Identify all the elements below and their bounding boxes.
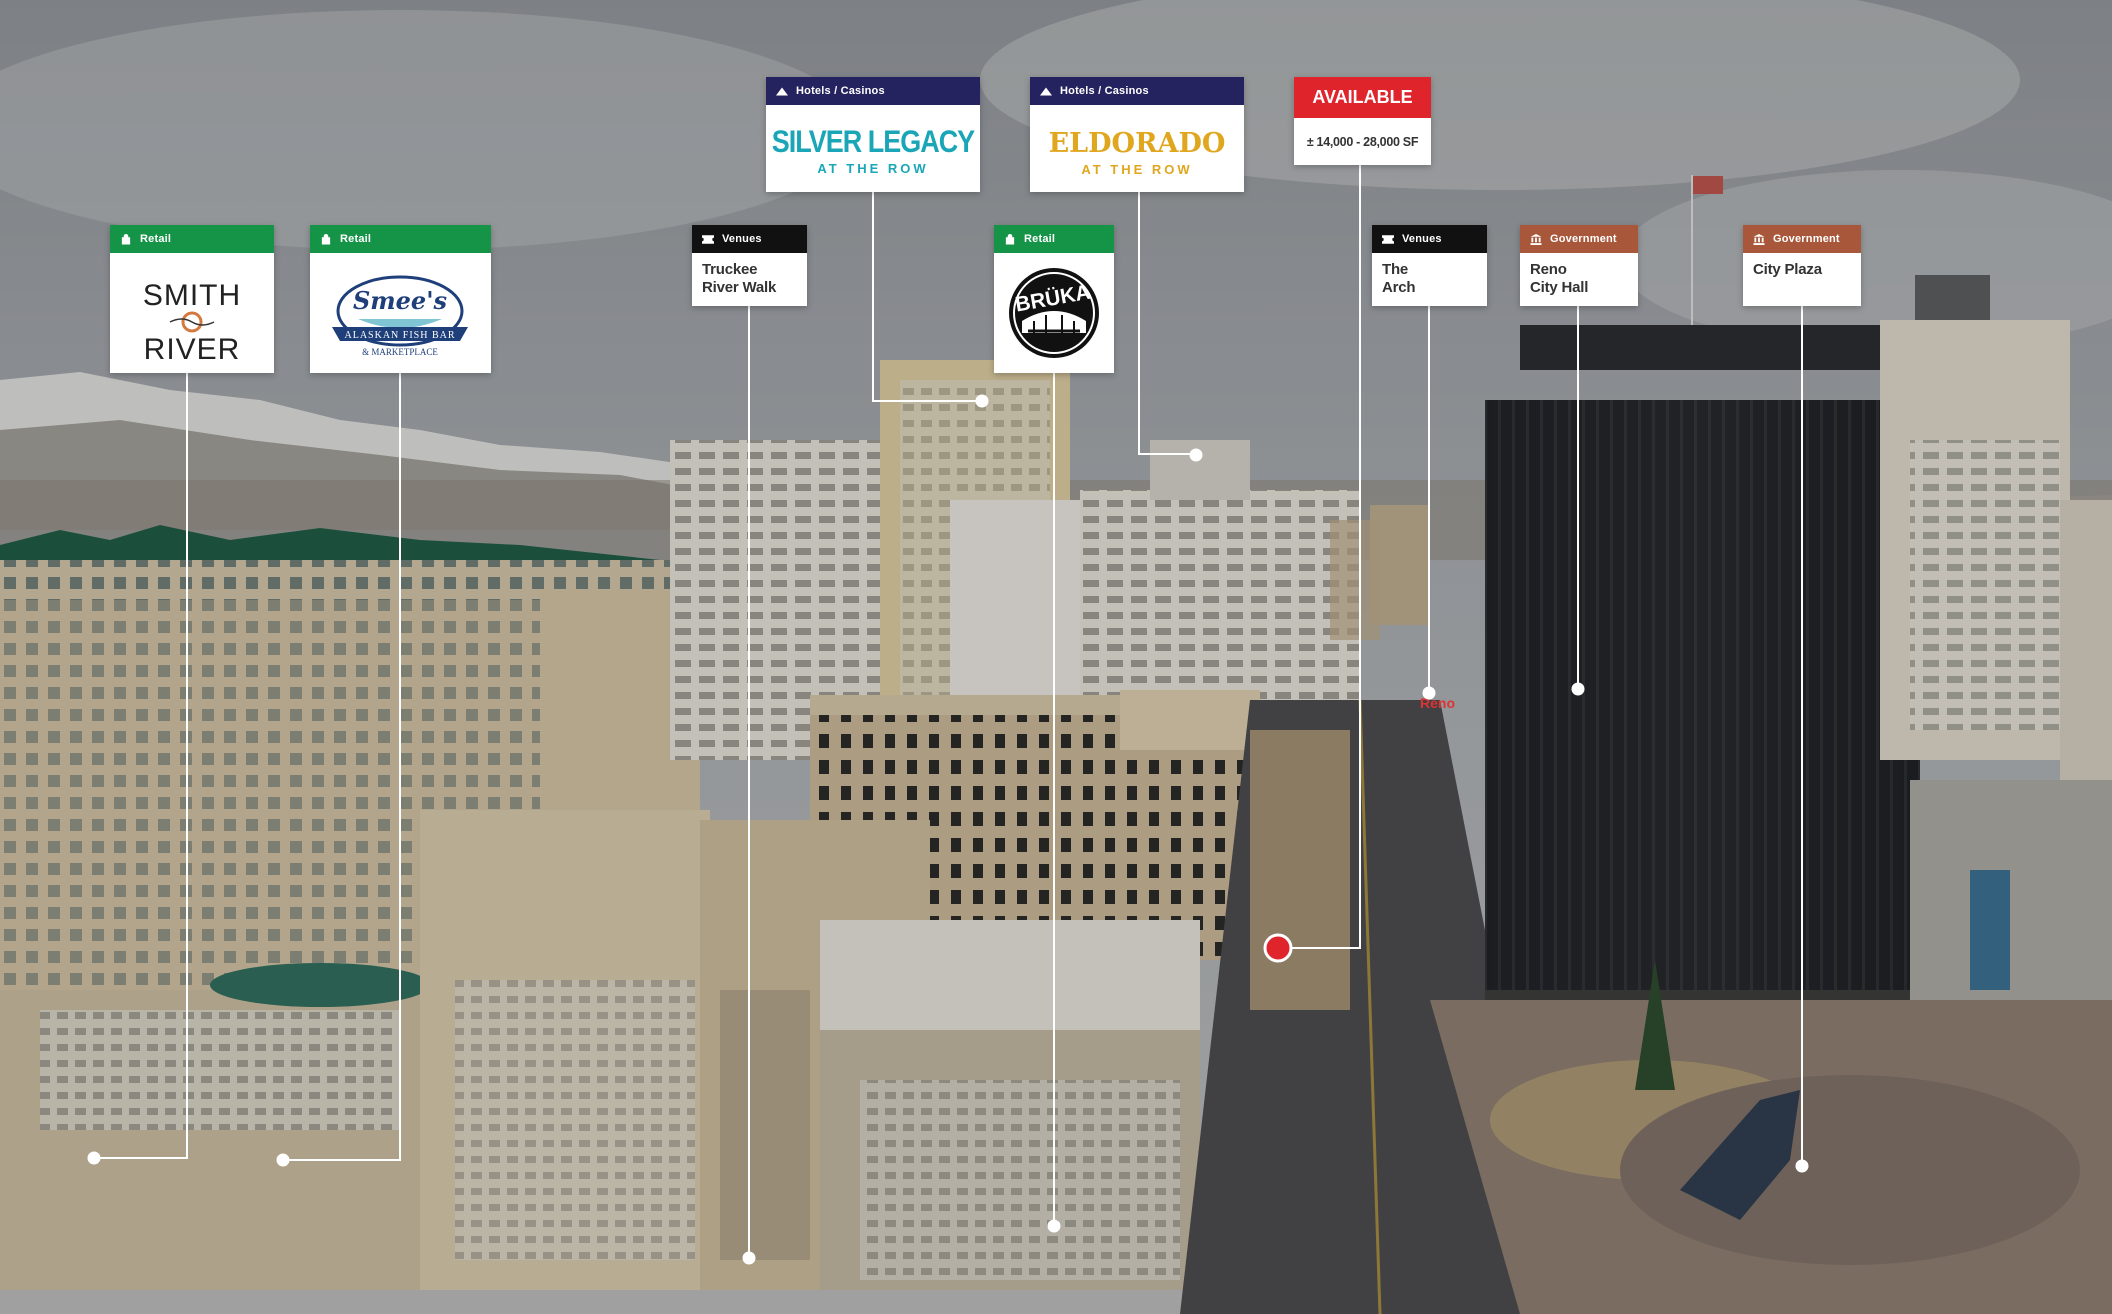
category-label: Retail	[340, 233, 372, 245]
category-label: Hotels / Casinos	[1060, 85, 1149, 97]
category-label: Retail	[1024, 233, 1056, 245]
category-header-venues: Venues	[1372, 225, 1487, 253]
logo-main: SILVER LEGACY	[772, 125, 975, 159]
logo-main: ELDORADO	[1049, 128, 1226, 159]
smees-logo: Smee's ALASKAN FISH BAR & MARKETPLACE	[310, 253, 491, 373]
category-header-venues: Venues	[692, 225, 807, 253]
category-header-hotels-casinos: Hotels / Casinos	[1030, 77, 1244, 105]
category-label: Venues	[722, 233, 762, 245]
name-line-1: City Plaza	[1753, 261, 1822, 278]
category-header-government: Government	[1520, 225, 1638, 253]
name-line-2: River Walk	[702, 279, 777, 296]
category-label: Hotels / Casinos	[796, 85, 885, 97]
category-header-retail: Retail	[994, 225, 1114, 253]
name-line-2: Arch	[1382, 279, 1416, 296]
smith-river-logo: SMITH RIVER	[110, 253, 274, 373]
category-header-hotels-casinos: Hotels / Casinos	[766, 77, 980, 105]
silver-legacy-logo: SILVER LEGACY AT THE ROW	[766, 105, 980, 192]
category-label: Government	[1550, 233, 1617, 245]
ticket-icon	[702, 234, 714, 244]
callout-truckee-river-walk[interactable]: Venues Truckee River Walk	[692, 225, 807, 306]
name-line-2: City Hall	[1530, 279, 1589, 296]
aerial-map-stage: Reno Retail SMITH RIVER Retail Smee's AL…	[0, 0, 2112, 1314]
shopping-bag-icon	[121, 233, 131, 245]
name-line-1: Truckee	[702, 261, 758, 278]
callout-bruka[interactable]: Retail BRÜKA	[994, 225, 1114, 373]
government-name: Reno City Hall	[1520, 253, 1638, 305]
category-label: Retail	[140, 233, 172, 245]
logo-sub: AT THE ROW	[1081, 162, 1192, 177]
callout-the-arch[interactable]: Venues The Arch	[1372, 225, 1487, 306]
callout-city-plaza[interactable]: Government City Plaza	[1743, 225, 1861, 306]
category-header-retail: Retail	[110, 225, 274, 253]
logo-banner: ALASKAN FISH BAR	[344, 330, 455, 341]
hotel-icon	[776, 87, 788, 95]
government-name: City Plaza	[1743, 253, 1861, 287]
available-label: AVAILABLE	[1294, 77, 1431, 118]
callout-smees[interactable]: Retail Smee's ALASKAN FISH BAR & MARKETP…	[310, 225, 491, 373]
category-label: Venues	[1402, 233, 1442, 245]
logo-sub: & MARKETPLACE	[362, 347, 438, 357]
ticket-icon	[1382, 234, 1394, 244]
venue-name: Truckee River Walk	[692, 253, 807, 305]
government-building-icon	[1753, 233, 1765, 245]
callout-reno-city-hall[interactable]: Government Reno City Hall	[1520, 225, 1638, 306]
logo-sub: AT THE ROW	[817, 161, 928, 176]
hotel-icon	[1040, 87, 1052, 95]
category-header-retail: Retail	[310, 225, 491, 253]
available-space-card[interactable]: AVAILABLE ± 14,000 - 28,000 SF	[1294, 77, 1431, 165]
aerial-photo-background: Reno	[0, 0, 2112, 1314]
shopping-bag-icon	[1005, 233, 1015, 245]
arch-sign-text: Reno	[1420, 695, 1455, 711]
eldorado-logo: ELDORADO AT THE ROW	[1030, 105, 1244, 192]
logo-line-1: SMITH	[143, 279, 241, 312]
category-label: Government	[1773, 233, 1840, 245]
callout-silver-legacy[interactable]: Hotels / Casinos SILVER LEGACY AT THE RO…	[766, 77, 980, 192]
available-size: ± 14,000 - 28,000 SF	[1306, 134, 1419, 149]
name-line-1: Reno	[1530, 261, 1567, 278]
logo-line-2: RIVER	[144, 333, 241, 366]
category-header-government: Government	[1743, 225, 1861, 253]
name-line-1: The	[1382, 261, 1409, 278]
logo-name: Smee's	[353, 286, 448, 315]
venue-name: The Arch	[1372, 253, 1487, 305]
government-building-icon	[1530, 233, 1542, 245]
callout-eldorado[interactable]: Hotels / Casinos ELDORADO AT THE ROW	[1030, 77, 1244, 192]
bruka-logo: BRÜKA	[994, 253, 1114, 373]
callout-smith-river[interactable]: Retail SMITH RIVER	[110, 225, 274, 373]
shopping-bag-icon	[321, 233, 331, 245]
